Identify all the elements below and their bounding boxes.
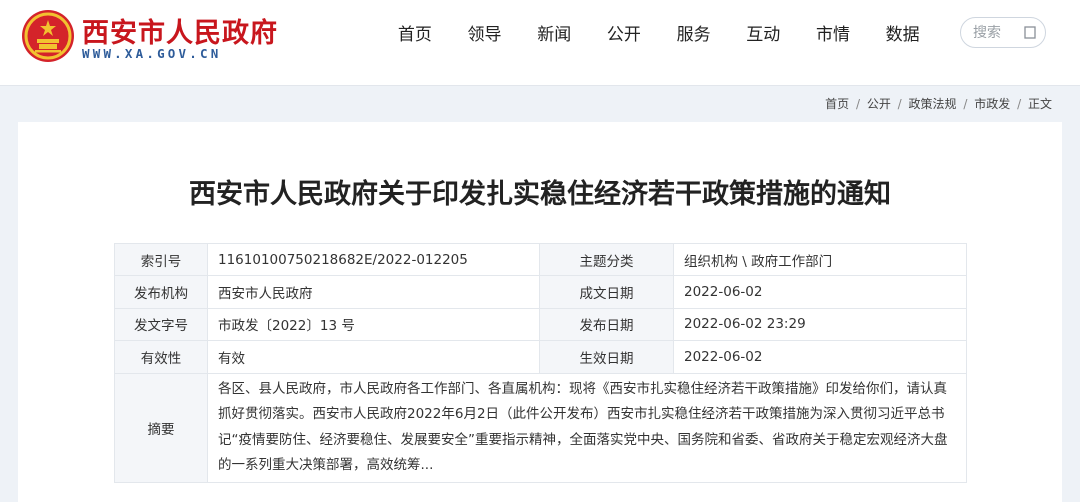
nav-item-public[interactable]: 公开 bbox=[589, 22, 659, 48]
breadcrumb-public[interactable]: 公开 bbox=[867, 97, 891, 111]
document-number-label: 发文字号 bbox=[114, 307, 208, 342]
article-panel: 西安市人民政府关于印发扎实稳住经济若干政策措施的通知 索引号 116101007… bbox=[18, 122, 1062, 502]
nav-item-city-info[interactable]: 市情 bbox=[798, 22, 868, 48]
effective-date-value: 2022-06-02 bbox=[673, 340, 967, 374]
breadcrumb-separator: / bbox=[897, 97, 902, 111]
index-value: 11610100750218682E/2022-012205 bbox=[207, 242, 540, 277]
table-row: 有效性 有效 生效日期 2022-06-02 bbox=[114, 340, 967, 374]
summary-value: 各区、县人民政府，市人民政府各工作部门、各直属机构：现将《西安市扎实稳住经济若干… bbox=[207, 372, 967, 483]
breadcrumb-policy[interactable]: 政策法规 bbox=[909, 97, 957, 111]
breadcrumb-separator: / bbox=[855, 97, 860, 111]
search-icon[interactable] bbox=[1024, 26, 1036, 39]
breadcrumb-separator: / bbox=[963, 97, 968, 111]
search-box bbox=[960, 17, 1046, 48]
index-label: 索引号 bbox=[114, 242, 208, 277]
national-emblem-icon[interactable] bbox=[20, 8, 76, 64]
nav-item-leaders[interactable]: 领导 bbox=[450, 22, 520, 48]
breadcrumb-shizhengfa[interactable]: 市政发 bbox=[974, 97, 1010, 111]
nav-item-interaction[interactable]: 互动 bbox=[728, 22, 798, 48]
site-header: 西安市人民政府 WWW.XA.GOV.CN 首页 领导 新闻 公开 服务 互动 … bbox=[0, 0, 1080, 86]
effective-date-label: 生效日期 bbox=[539, 340, 674, 374]
table-row: 发布机构 西安市人民政府 成文日期 2022-06-02 bbox=[114, 275, 967, 309]
validity-value: 有效 bbox=[207, 340, 540, 374]
table-row: 索引号 11610100750218682E/2022-012205 主题分类 … bbox=[114, 242, 967, 277]
table-row: 发文字号 市政发〔2022〕13 号 发布日期 2022-06-02 23:29 bbox=[114, 307, 967, 342]
nav-item-news[interactable]: 新闻 bbox=[519, 22, 589, 48]
nav-item-home[interactable]: 首页 bbox=[380, 22, 450, 48]
nav-item-services[interactable]: 服务 bbox=[659, 22, 729, 48]
document-meta-table: 索引号 11610100750218682E/2022-012205 主题分类 … bbox=[114, 242, 967, 483]
table-row: 摘要 各区、县人民政府，市人民政府各工作部门、各直属机构：现将《西安市扎实稳住经… bbox=[114, 372, 967, 483]
created-date-label: 成文日期 bbox=[539, 275, 674, 309]
created-date-value: 2022-06-02 bbox=[673, 275, 967, 309]
summary-label: 摘要 bbox=[114, 372, 208, 483]
publisher-value: 西安市人民政府 bbox=[207, 275, 540, 309]
main-nav: 首页 领导 新闻 公开 服务 互动 市情 数据 bbox=[380, 22, 938, 48]
nav-item-data[interactable]: 数据 bbox=[868, 22, 938, 48]
topic-label: 主题分类 bbox=[539, 242, 674, 277]
topic-value: 组织机构 \ 政府工作部门 bbox=[673, 242, 967, 277]
breadcrumb-separator: / bbox=[1017, 97, 1022, 111]
site-name[interactable]: 西安市人民政府 bbox=[82, 11, 278, 50]
published-date-value: 2022-06-02 23:29 bbox=[673, 307, 967, 342]
publisher-label: 发布机构 bbox=[114, 275, 208, 309]
article-title: 西安市人民政府关于印发扎实稳住经济若干政策措施的通知 bbox=[189, 179, 891, 210]
breadcrumb-home[interactable]: 首页 bbox=[825, 97, 849, 111]
breadcrumb-current: 正文 bbox=[1027, 97, 1052, 111]
breadcrumb: 首页 / 公开 / 政策法规 / 市政发 / 正文 bbox=[825, 95, 1052, 112]
search-input[interactable] bbox=[973, 22, 1021, 43]
validity-label: 有效性 bbox=[114, 340, 208, 374]
site-domain: WWW.XA.GOV.CN bbox=[82, 46, 222, 61]
published-date-label: 发布日期 bbox=[539, 307, 674, 342]
document-number-value: 市政发〔2022〕13 号 bbox=[207, 307, 540, 342]
